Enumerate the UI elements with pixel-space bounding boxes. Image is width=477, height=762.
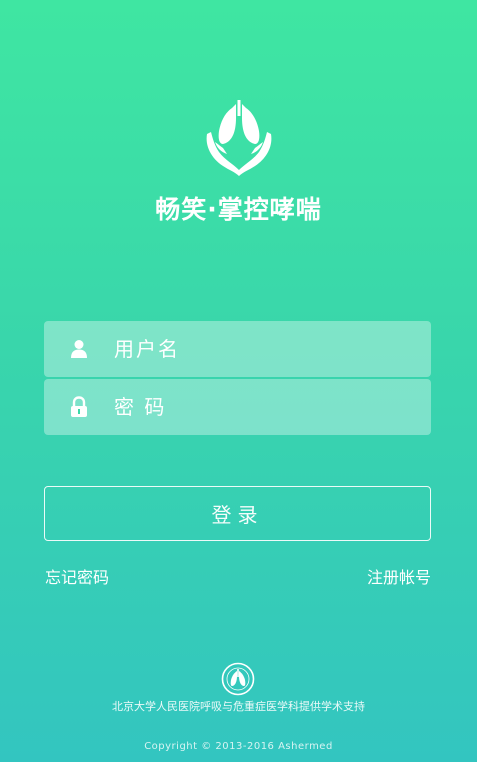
academic-support-text: 北京大学人民医院呼吸与危重症医学科提供学术支持 [112, 700, 365, 713]
forgot-password-link[interactable]: 忘记密码 [45, 564, 109, 588]
hospital-seal-icon [221, 662, 255, 696]
username-input[interactable] [114, 337, 431, 361]
login-button-label: 登录 [211, 503, 264, 527]
username-field[interactable] [44, 321, 431, 377]
password-field[interactable] [44, 379, 431, 435]
user-icon [44, 339, 114, 359]
lungs-hands-icon [206, 100, 272, 176]
app-slogan: 畅笑·掌控哮喘 [155, 195, 322, 224]
lock-icon [44, 396, 114, 418]
app-logo [199, 98, 279, 178]
password-input[interactable] [114, 395, 431, 419]
register-link[interactable]: 注册帐号 [367, 564, 431, 588]
login-button[interactable]: 登录 [44, 486, 431, 541]
copyright-text: Copyright © 2013-2016 Ashermed [144, 741, 333, 752]
